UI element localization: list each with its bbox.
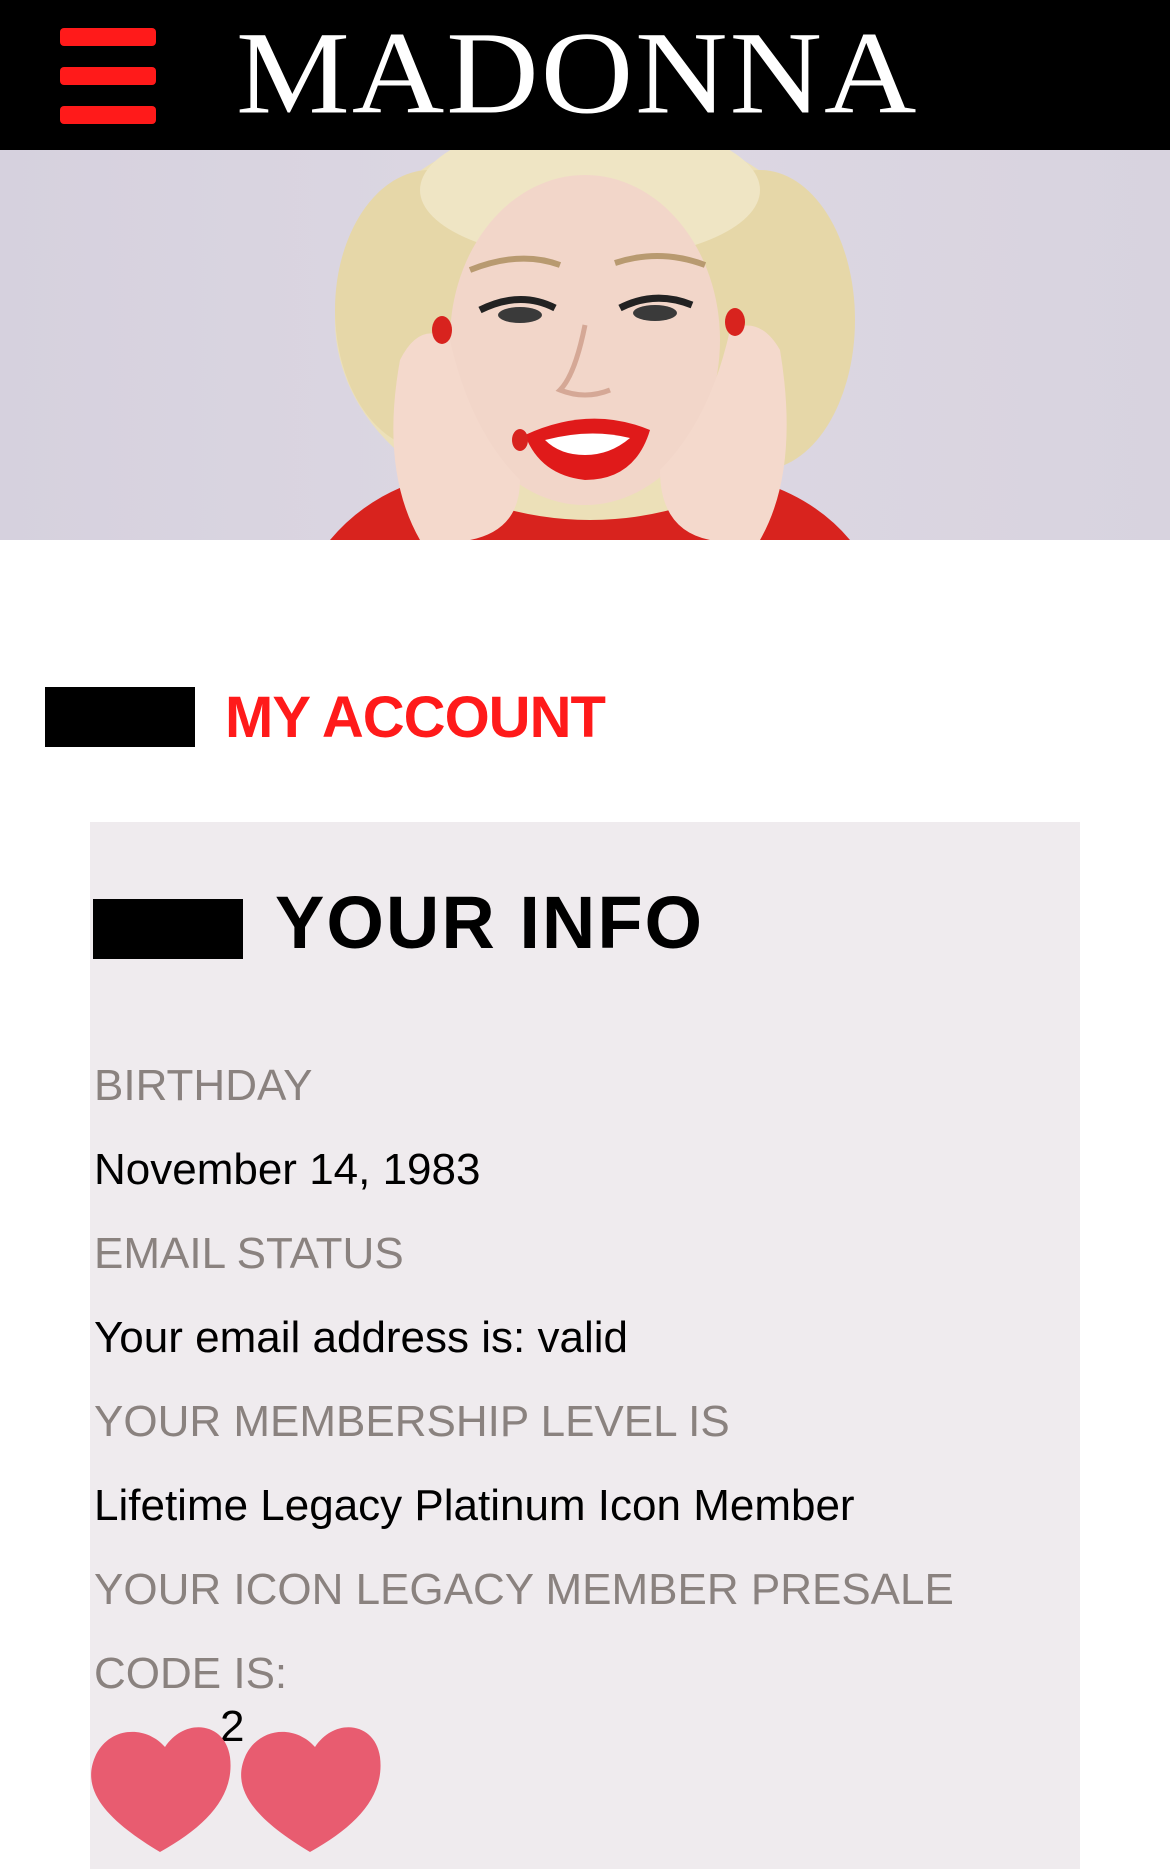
site-header: MADONNA	[0, 0, 1170, 150]
presale-code-label-cont: CODE IS:	[94, 1649, 288, 1698]
hamburger-menu-icon[interactable]	[60, 28, 156, 124]
redaction-block	[45, 687, 195, 747]
portrait-illustration	[330, 150, 855, 540]
presale-code-value: 2	[90, 1702, 430, 1852]
birthday-value: November 14, 1983	[94, 1145, 481, 1194]
your-info-title: YOUR INFO	[275, 880, 705, 964]
email-status-value: Your email address is: valid	[94, 1313, 628, 1362]
presale-code-label: YOUR ICON LEGACY MEMBER PRESALE	[94, 1565, 954, 1614]
your-info-card: YOUR INFO BIRTHDAY November 14, 1983 EMA…	[90, 822, 1080, 1869]
my-account-heading: MY ACCOUNT	[45, 684, 606, 750]
my-account-title: MY ACCOUNT	[225, 684, 606, 750]
menu-bar	[60, 106, 156, 124]
site-logo[interactable]: MADONNA	[236, 14, 918, 132]
membership-level-value: Lifetime Legacy Platinum Icon Member	[94, 1481, 855, 1530]
menu-bar	[60, 28, 156, 46]
redaction-block	[93, 899, 243, 959]
heart-sticker-icon	[91, 1727, 381, 1852]
birthday-label: BIRTHDAY	[94, 1061, 313, 1110]
hero-image	[0, 150, 1170, 540]
your-info-heading: YOUR INFO	[93, 880, 705, 964]
membership-level-label: YOUR MEMBERSHIP LEVEL IS	[94, 1397, 730, 1446]
menu-bar	[60, 67, 156, 85]
email-status-label: EMAIL STATUS	[94, 1229, 404, 1278]
